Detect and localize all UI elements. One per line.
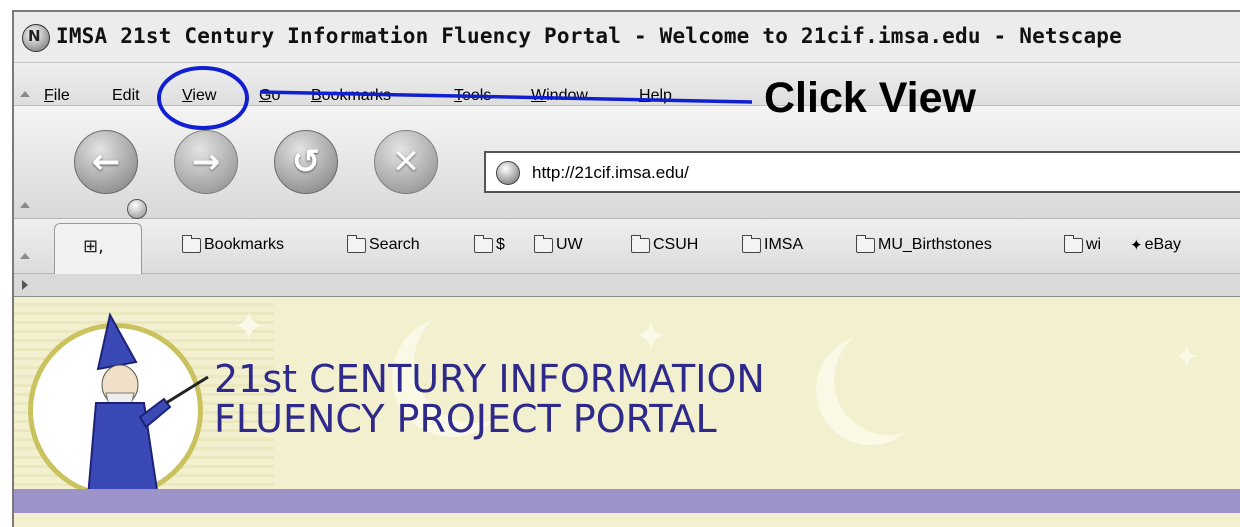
annotation-label: Click View	[764, 74, 976, 122]
folder-icon	[742, 234, 761, 253]
new-tab-icon: ⊞,	[83, 236, 104, 257]
bookmark-link-icon: ✦	[1130, 237, 1143, 254]
bookmark-imsa[interactable]: IMSA	[742, 234, 803, 254]
stop-icon: ✕	[391, 142, 421, 182]
folder-icon	[856, 234, 875, 253]
back-button[interactable]: ←	[74, 130, 138, 194]
bookmark-search[interactable]: Search	[347, 234, 420, 254]
bookmark-ebay[interactable]: ✦ eBay	[1130, 236, 1181, 254]
menu-tools[interactable]: Tools	[454, 87, 491, 105]
expand-toolbar-icon[interactable]	[22, 280, 28, 290]
menu-view[interactable]: View	[182, 87, 216, 105]
browser-window: N IMSA 21st Century Information Fluency …	[12, 10, 1240, 527]
bookmark-mu-birthstones[interactable]: MU_Birthstones	[856, 234, 992, 254]
toolbar-grip-icon[interactable]	[20, 253, 30, 259]
menu-edit[interactable]: Edit	[112, 87, 140, 105]
menu-window[interactable]: Window	[531, 87, 588, 105]
netscape-logo-icon: N	[22, 24, 50, 52]
star-icon: ✦	[634, 314, 668, 360]
menu-go[interactable]: Go	[259, 87, 280, 105]
toolbar-grip-icon[interactable]	[20, 202, 30, 208]
folder-icon	[1064, 234, 1083, 253]
reload-button[interactable]: ↺	[274, 130, 338, 194]
arrow-right-icon: →	[191, 142, 221, 182]
menu-bar: File Edit View Go Bookmarks Tools Window…	[14, 63, 1240, 106]
window-title: IMSA 21st Century Information Fluency Po…	[56, 24, 1122, 48]
folder-icon	[474, 234, 493, 253]
bookmark-bookmarks[interactable]: Bookmarks	[182, 234, 284, 254]
bookmark-wi[interactable]: wi	[1064, 234, 1101, 254]
star-icon: ✦	[232, 304, 266, 350]
star-icon: ✦	[1174, 340, 1200, 375]
toolbar-grip-icon[interactable]	[20, 91, 30, 97]
site-icon	[496, 161, 520, 185]
bookmark-uw[interactable]: UW	[534, 234, 583, 254]
navigation-toolbar: ← → ↺ ✕ http://21cif.imsa.edu/	[14, 106, 1240, 219]
url-text: http://21cif.imsa.edu/	[532, 163, 689, 182]
tab-current[interactable]: ⊞,	[54, 223, 142, 274]
page-heading: 21st CENTURY INFORMATION FLUENCY PROJECT…	[214, 357, 765, 441]
folder-icon	[182, 234, 201, 253]
folder-icon	[347, 234, 366, 253]
bookmark-dollar[interactable]: $	[474, 234, 505, 254]
folder-icon	[631, 234, 650, 253]
menu-help[interactable]: Help	[639, 87, 672, 105]
bookmarks-toolbar: ⊞, Bookmarks Search $ UW CSUH IMSA MU_Bi…	[14, 219, 1240, 274]
bookmark-csuh[interactable]: CSUH	[631, 234, 698, 254]
arrow-left-icon: ←	[91, 142, 121, 182]
title-bar: N IMSA 21st Century Information Fluency …	[14, 12, 1240, 63]
back-history-dropdown-icon[interactable]	[127, 199, 147, 219]
forward-button[interactable]: →	[174, 130, 238, 194]
banner-band	[14, 489, 1240, 513]
crescent-moon-image	[834, 325, 944, 435]
reload-icon: ↺	[291, 142, 321, 182]
stop-button[interactable]: ✕	[374, 130, 438, 194]
menu-file[interactable]: File	[44, 87, 70, 105]
collapsed-toolbar	[14, 274, 1240, 297]
wizard-logo-image	[80, 312, 209, 503]
url-field[interactable]: http://21cif.imsa.edu/	[484, 151, 1240, 193]
menu-bookmarks[interactable]: Bookmarks	[311, 87, 391, 105]
page-banner: ✦ ✦ ✦ 21st CENTURY INFORMATION FLUENCY P…	[14, 297, 1240, 527]
folder-icon	[534, 234, 553, 253]
